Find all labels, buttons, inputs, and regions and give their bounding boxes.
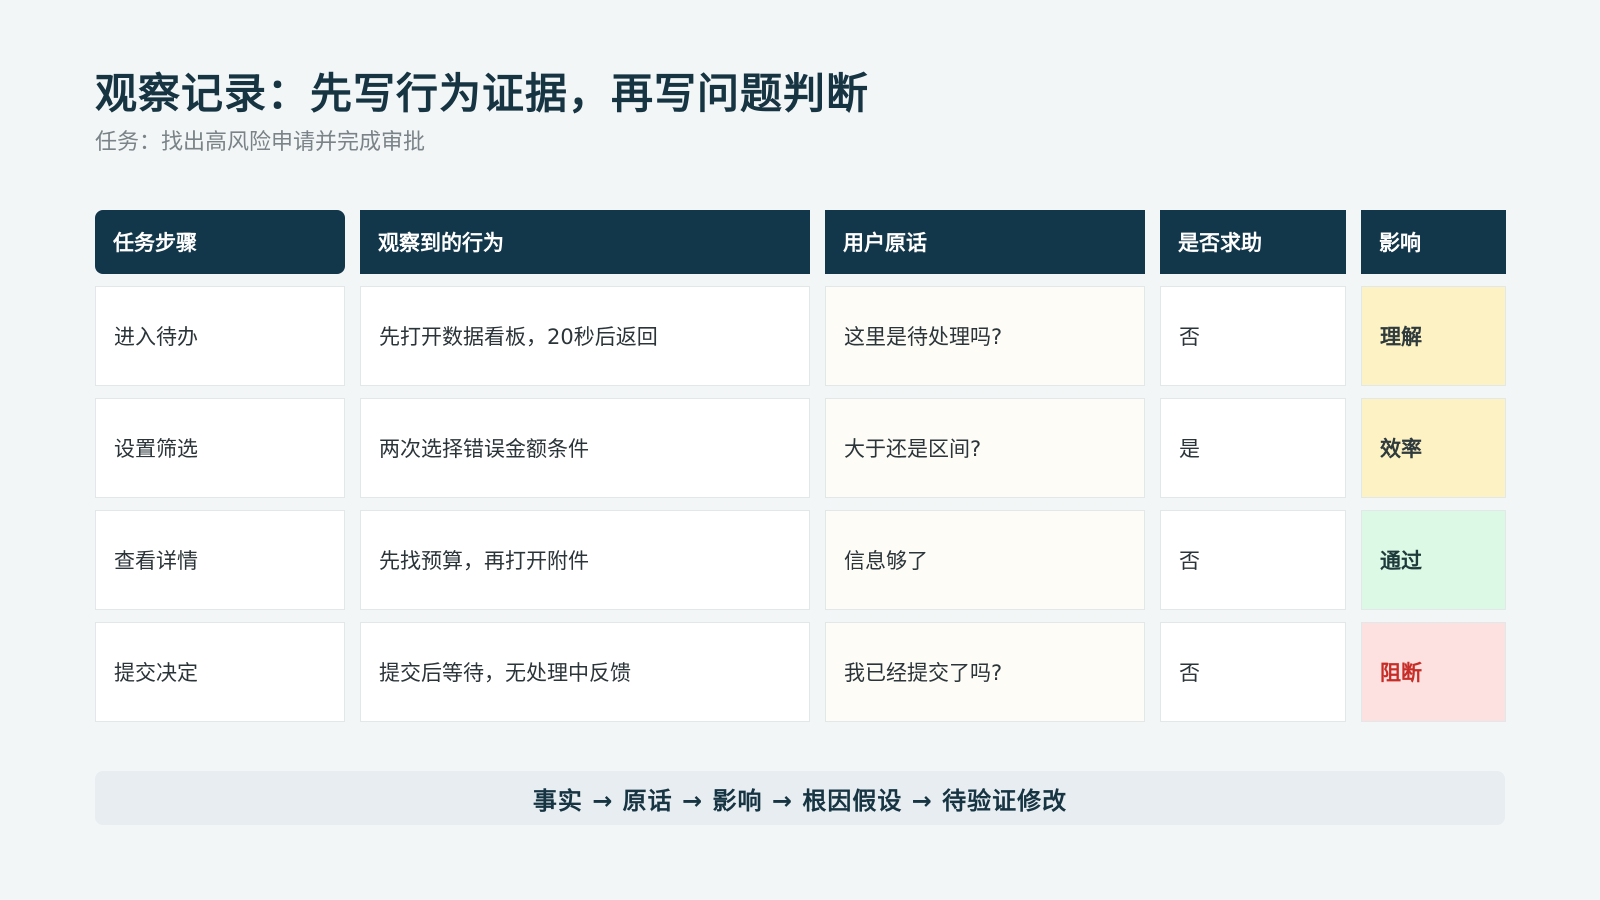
observation-table: 任务步骤 观察到的行为 用户原话 是否求助 影响 进入待办 先打开数据看板，20…: [95, 210, 1506, 722]
cell-behavior: 两次选择错误金额条件: [360, 398, 810, 498]
cell-step: 提交决定: [95, 622, 345, 722]
process-flow-banner: 事实 → 原话 → 影响 → 根因假设 → 待验证修改: [95, 771, 1505, 825]
impact-badge: 阻断: [1361, 622, 1506, 722]
cell-help: 否: [1160, 622, 1346, 722]
impact-badge: 通过: [1361, 510, 1506, 610]
cell-behavior: 先打开数据看板，20秒后返回: [360, 286, 810, 386]
cell-step: 设置筛选: [95, 398, 345, 498]
cell-help: 否: [1160, 286, 1346, 386]
column-header-behavior: 观察到的行为: [360, 210, 810, 274]
cell-quote: 这里是待处理吗?: [825, 286, 1145, 386]
cell-quote: 信息够了: [825, 510, 1145, 610]
column-header-impact: 影响: [1361, 210, 1506, 274]
cell-help: 是: [1160, 398, 1346, 498]
page-subtitle: 任务：找出高风险申请并完成审批: [95, 130, 426, 155]
cell-help: 否: [1160, 510, 1346, 610]
cell-behavior: 提交后等待，无处理中反馈: [360, 622, 810, 722]
column-header-step: 任务步骤: [95, 210, 345, 274]
page-title: 观察记录：先写行为证据，再写问题判断: [95, 69, 870, 118]
impact-badge: 理解: [1361, 286, 1506, 386]
cell-behavior: 先找预算，再打开附件: [360, 510, 810, 610]
cell-step: 进入待办: [95, 286, 345, 386]
column-header-quote: 用户原话: [825, 210, 1145, 274]
impact-badge: 效率: [1361, 398, 1506, 498]
column-header-help: 是否求助: [1160, 210, 1346, 274]
cell-quote: 我已经提交了吗?: [825, 622, 1145, 722]
cell-quote: 大于还是区间?: [825, 398, 1145, 498]
cell-step: 查看详情: [95, 510, 345, 610]
